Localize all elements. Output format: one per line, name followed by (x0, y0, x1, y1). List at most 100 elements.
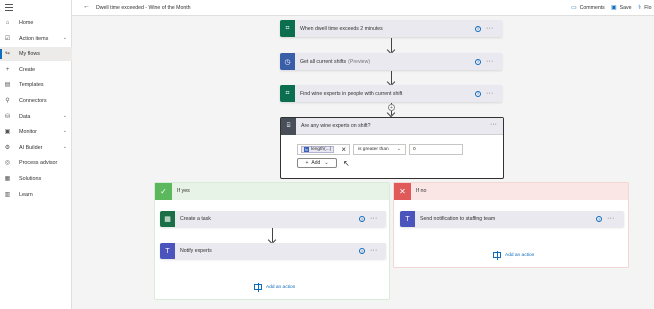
database-icon: ⛁ (4, 113, 11, 120)
comments-button[interactable]: ▭ Comments (571, 4, 605, 12)
if-yes-header[interactable]: ✓ If yes (155, 183, 389, 200)
flow-checker-button[interactable]: ⚕ Flo (638, 4, 651, 12)
send-notification-label: Send notification to staffing team (420, 216, 496, 222)
sidebar-item-home[interactable]: ⌂ Home (0, 16, 72, 30)
insert-step-icon[interactable]: + (388, 104, 395, 111)
sidebar-item-monitor[interactable]: ▣ Monitor ⌄ (0, 125, 72, 139)
get-shifts-label: Get all current shifts (Preview) (300, 58, 371, 65)
sidebar-item-create[interactable]: + Create (0, 63, 72, 77)
help-icon[interactable]: ? (475, 58, 481, 65)
connector-arrow (391, 38, 392, 52)
condition-value-input[interactable]: 0 (409, 144, 463, 155)
more-options-icon[interactable]: ··· (370, 215, 378, 222)
trigger-label: When dwell time exceeds 2 minutes (300, 25, 383, 32)
shifts-icon: ⌗ (280, 85, 295, 102)
chevron-down-icon[interactable]: ⌄ (63, 35, 67, 41)
remove-token-icon[interactable]: × (341, 145, 346, 155)
notify-experts-card[interactable]: T Notify experts ? ··· (160, 243, 386, 259)
ai-builder-icon: ⚙ (4, 144, 11, 151)
plus-icon: + (305, 160, 309, 166)
sidebar-item-label: Action items (19, 35, 49, 42)
stethoscope-icon: ⚕ (638, 5, 642, 11)
trigger-card[interactable]: ⌗ When dwell time exceeds 2 minutes ? ··… (280, 20, 502, 37)
condition-card[interactable]: ⌸ Are any wine experts on shift? ··· fx … (280, 117, 504, 179)
add-condition-button[interactable]: + Add ⌄ (297, 158, 337, 168)
find-experts-card[interactable]: ⌗ Find wine experts in people with curre… (280, 85, 502, 102)
flow-icon: ↬ (4, 51, 11, 58)
book-icon: ▥ (4, 191, 11, 198)
add-action-button-no[interactable]: Add an action (493, 251, 534, 260)
mouse-cursor-icon: ↖ (343, 159, 350, 168)
sidebar-item-label: Home (19, 20, 34, 26)
get-shifts-card[interactable]: ◷ Get all current shifts (Preview) ? ··· (280, 53, 502, 70)
flow-editor-header: ← Dwell time exceeded - Wine of the Mont… (72, 0, 654, 16)
sidebar-item-ai-builder[interactable]: ⚙ AI Builder ⌄ (0, 141, 72, 155)
chevron-down-icon: ⌄ (324, 160, 329, 166)
left-nav-sidebar: ⌂ Home ☑ Action items ⌄ ↬ My flows + Create ▤ Temp… (0, 0, 72, 309)
process-advisor-icon: ◎ (4, 160, 11, 167)
more-options-icon[interactable]: ··· (486, 25, 494, 32)
if-no-branch: ✕ If no T Send notification to staffing … (393, 182, 629, 268)
sidebar-item-solutions[interactable]: ▦ Solutions (0, 172, 72, 186)
help-icon[interactable]: ? (475, 25, 481, 32)
sidebar-item-label: AI Builder (19, 144, 43, 151)
home-icon: ⌂ (5, 20, 10, 26)
expression-token[interactable]: fx length(...) (301, 146, 335, 153)
add-action-button-yes[interactable]: Add an action (254, 283, 295, 292)
chevron-down-icon[interactable]: ⌄ (63, 128, 67, 134)
save-button[interactable]: ▣ Save (611, 4, 632, 12)
more-options-icon[interactable]: ··· (370, 247, 378, 254)
if-no-header[interactable]: ✕ If no (394, 183, 628, 200)
chevron-down-icon[interactable]: ⌄ (63, 113, 67, 119)
sidebar-item-learn[interactable]: ▥ Learn (0, 188, 72, 202)
sidebar-item-label: Templates (19, 82, 44, 89)
teams-icon: T (400, 211, 415, 227)
back-arrow-icon[interactable]: ← (83, 3, 90, 10)
send-notification-card[interactable]: T Send notification to staffing team ? ·… (400, 211, 624, 227)
help-icon[interactable]: ? (359, 248, 365, 254)
connector-arrow (391, 71, 392, 84)
condition-left-operand[interactable]: fx length(...) × (297, 144, 350, 155)
more-options-icon[interactable]: ··· (490, 121, 497, 128)
chevron-down-icon[interactable]: ⌄ (63, 144, 67, 150)
help-icon[interactable]: ? (359, 216, 365, 222)
sidebar-item-label: My flows (19, 51, 40, 58)
sidebar-item-templates[interactable]: ▤ Templates (0, 78, 72, 92)
create-task-card[interactable]: ▦ Create a task ? ··· (160, 211, 386, 227)
templates-icon: ▤ (4, 82, 11, 89)
flow-canvas: ⌗ When dwell time exceeds 2 minutes ? ··… (72, 16, 654, 309)
sidebar-item-data[interactable]: ⛁ Data ⌄ (0, 110, 72, 124)
sidebar-item-label: Solutions (19, 176, 42, 182)
close-icon: ✕ (394, 183, 411, 200)
connector-arrow (272, 228, 273, 242)
more-options-icon[interactable]: ··· (607, 215, 615, 222)
shifts-icon: ⌗ (280, 20, 295, 37)
comment-icon: ▭ (571, 5, 577, 11)
sidebar-item-label: Process advisor (19, 160, 58, 167)
clock-icon: ◷ (280, 53, 295, 70)
more-options-icon[interactable]: ··· (486, 90, 494, 97)
hamburger-menu-icon[interactable] (5, 4, 13, 11)
sidebar-item-my-flows[interactable]: ↬ My flows (0, 47, 72, 62)
sidebar-item-label: Connectors (19, 98, 47, 104)
condition-icon: ⌸ (281, 118, 296, 135)
check-icon: ✓ (155, 183, 172, 200)
planner-icon: ▦ (160, 211, 175, 227)
help-icon[interactable]: ? (475, 90, 481, 97)
monitor-icon: ▣ (4, 129, 11, 136)
sidebar-item-connectors[interactable]: ⚲ Connectors (0, 94, 72, 108)
if-yes-label: If yes (177, 188, 190, 194)
clipboard-icon: ☑ (4, 35, 11, 42)
chevron-down-icon: ⌄ (396, 146, 401, 152)
condition-header[interactable]: ⌸ Are any wine experts on shift? ··· (281, 118, 503, 135)
sidebar-item-process-advisor[interactable]: ◎ Process advisor (0, 156, 72, 170)
operator-dropdown[interactable]: is greater than ⌄ (353, 144, 406, 155)
more-options-icon[interactable]: ··· (486, 58, 494, 65)
help-icon[interactable]: ? (596, 216, 602, 222)
sidebar-item-label: Learn (19, 191, 33, 198)
plus-icon: + (5, 66, 10, 73)
sidebar-item-label: Data (19, 113, 31, 120)
sidebar-item-action-items[interactable]: ☑ Action items ⌄ (0, 32, 72, 46)
find-experts-label: Find wine experts in people with current… (300, 90, 403, 97)
connector-icon: ⚲ (5, 98, 10, 104)
